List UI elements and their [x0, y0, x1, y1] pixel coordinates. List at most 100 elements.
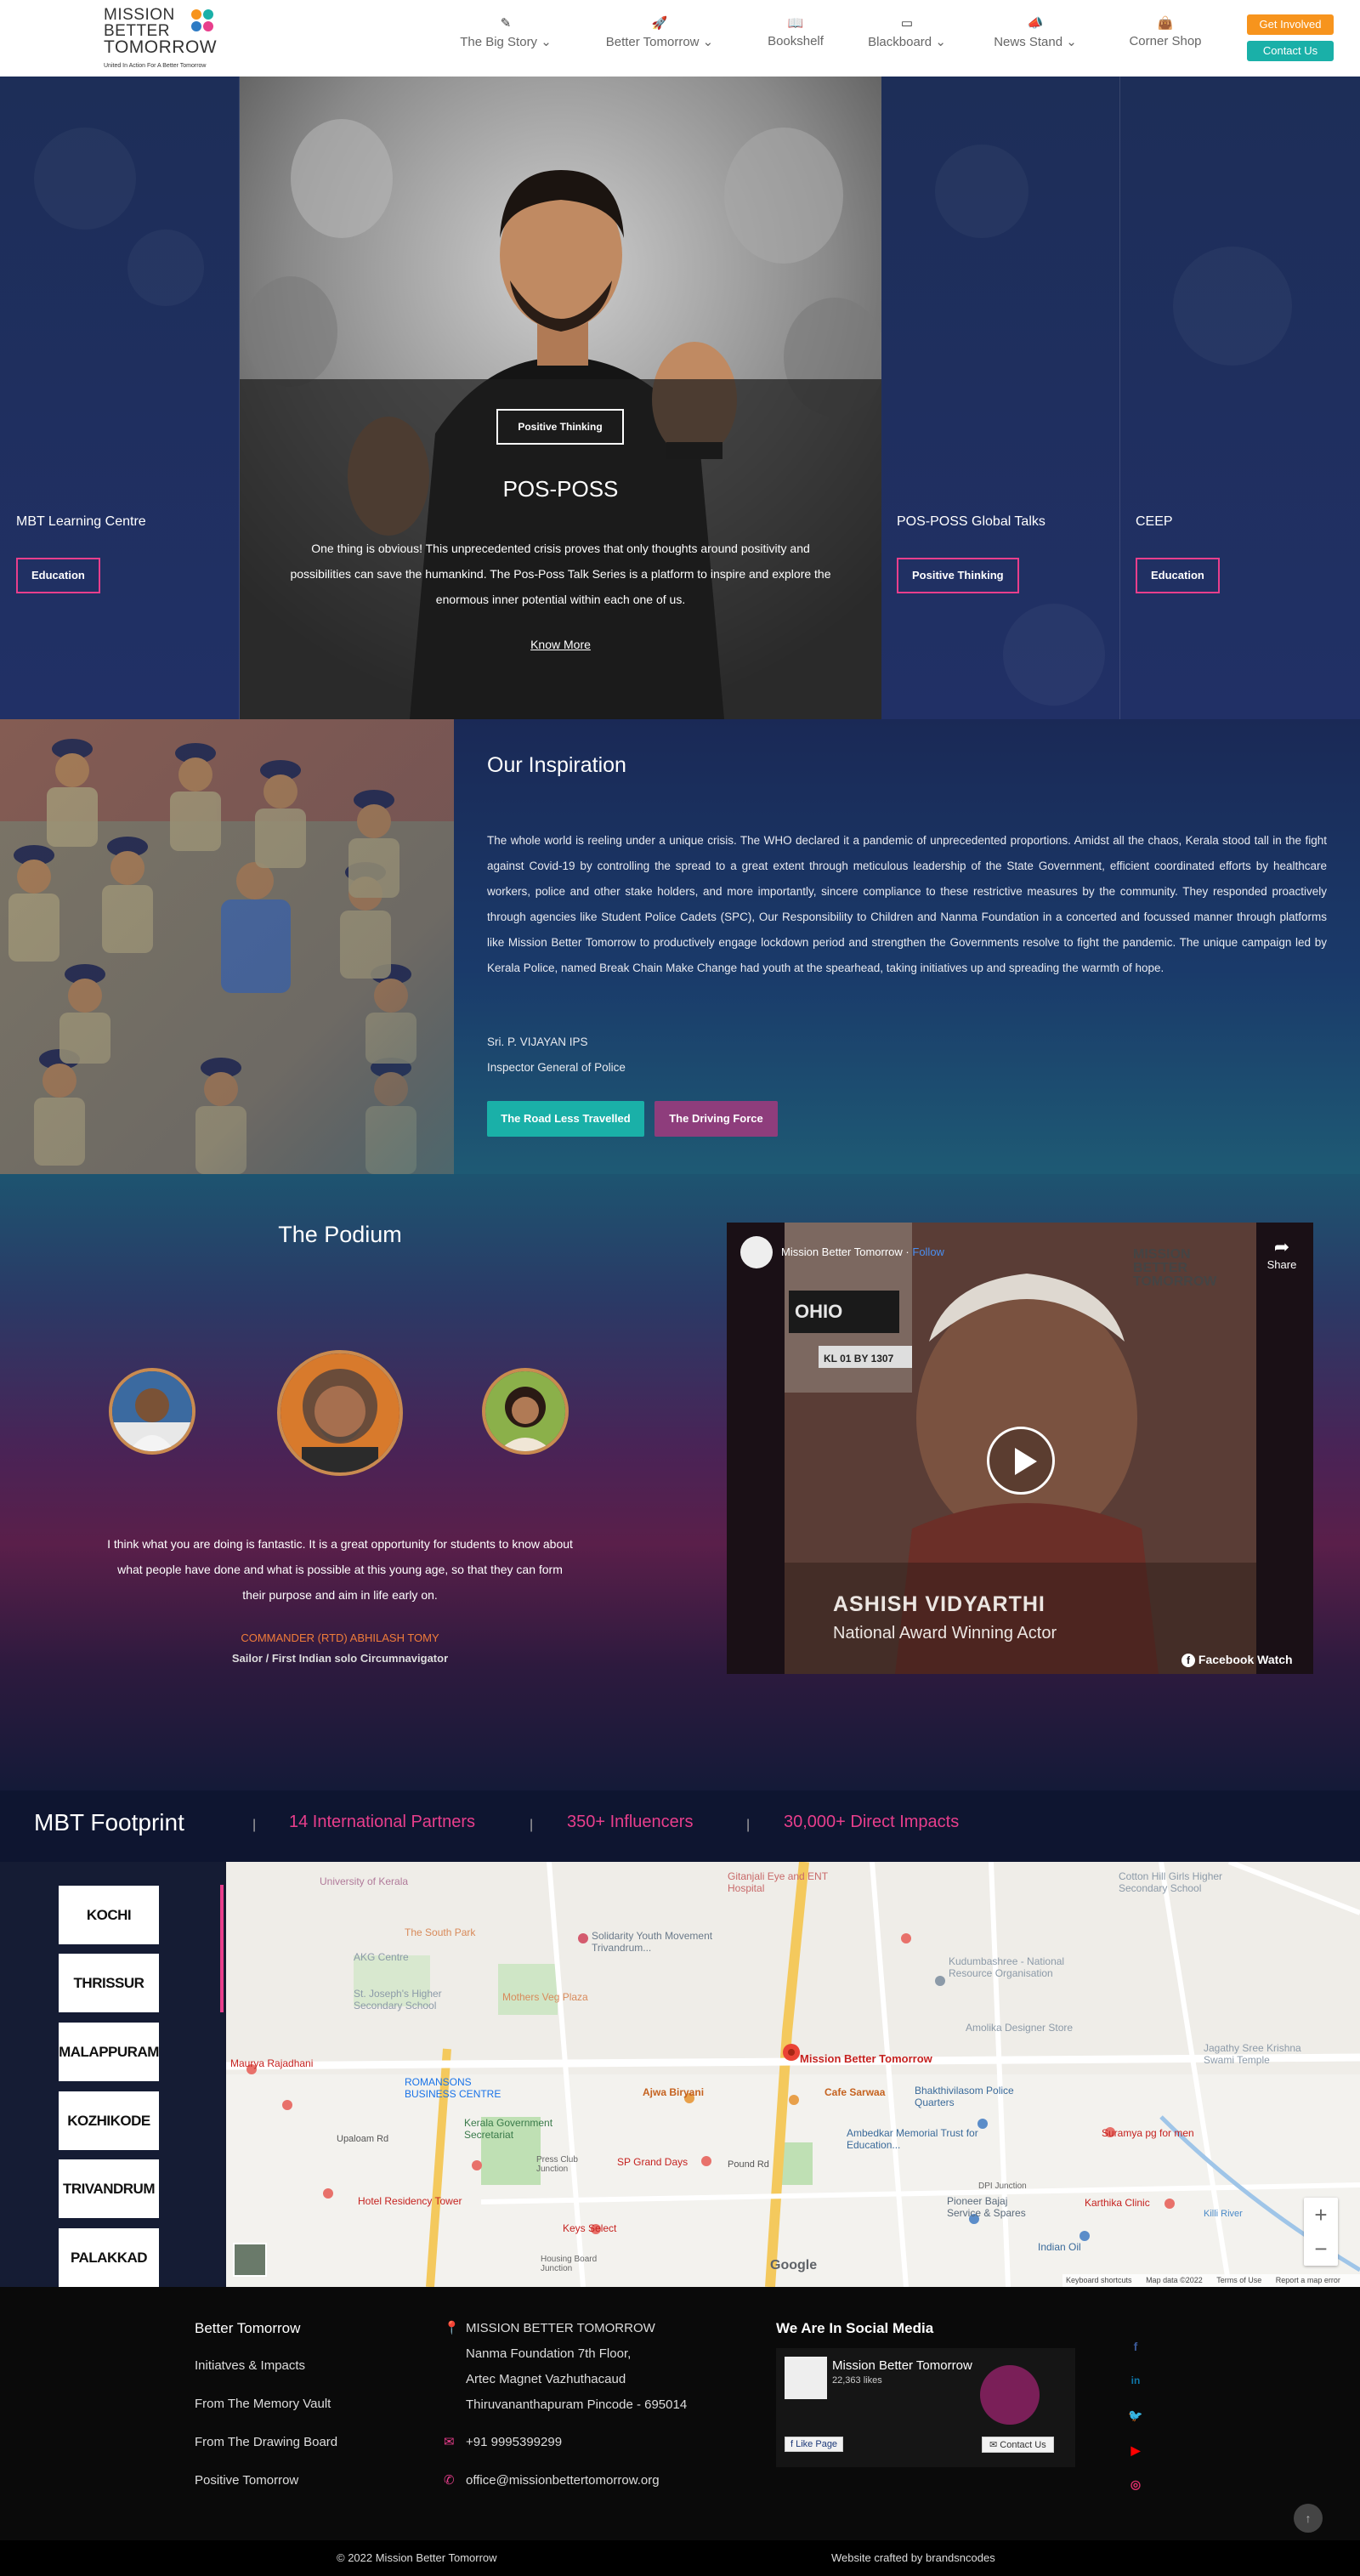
city-malappuram[interactable]: MALAPPURAM — [59, 2023, 159, 2081]
rocket-icon: 🚀 — [651, 16, 668, 31]
facebook-icon[interactable]: f — [1127, 2338, 1144, 2355]
city-kochi[interactable]: KOCHI — [59, 1886, 159, 1944]
footer-email[interactable]: office@missionbettertomorrow.org — [466, 2473, 660, 2488]
nav-news-stand[interactable]: 📣 News Stand ⌄ — [986, 15, 1085, 49]
youtube-icon[interactable]: ▶ — [1127, 2442, 1144, 2459]
google-logo: Google — [770, 2258, 818, 2272]
keyboard-shortcuts-link[interactable]: Keyboard shortcuts — [1066, 2276, 1132, 2284]
facebook-icon: f — [1182, 1654, 1195, 1667]
panel-badge[interactable]: Education — [1136, 558, 1220, 593]
map-label: Bhakthivilasom Police Quarters — [915, 2085, 1014, 2108]
watermark-line-3: TOMORROW — [1133, 1274, 1217, 1289]
nav-corner-shop[interactable]: 👜 Corner Shop — [1120, 15, 1210, 48]
speaker-avatar-right[interactable] — [482, 1368, 569, 1455]
map-label: Cotton Hill Girls Higher Secondary Schoo… — [1119, 1870, 1223, 1894]
city-palakkad[interactable]: PALAKKAD — [59, 2228, 159, 2287]
twitter-icon[interactable]: 🐦 — [1127, 2407, 1144, 2424]
city-trivandrum[interactable]: TRIVANDRUM — [59, 2159, 159, 2218]
footer-address-line: Thiruvananthapuram Pincode - 695014 — [466, 2397, 688, 2412]
contact-us-button[interactable]: Contact Us — [1247, 41, 1334, 61]
share-icon: ➦ — [1273, 1236, 1290, 1257]
panel-badge[interactable]: Education — [16, 558, 100, 593]
video-play-button[interactable] — [987, 1427, 1055, 1495]
scroll-to-top-button[interactable]: ↑ — [1294, 2504, 1323, 2533]
video-watermark: MISSION BETTER TOMORROW — [1133, 1248, 1216, 1289]
linkedin-icon[interactable]: in — [1127, 2372, 1144, 2389]
get-involved-button[interactable]: Get Involved — [1247, 14, 1334, 35]
hero-panel-mbt-learning-centre[interactable]: MBT Learning Centre Education — [0, 77, 240, 719]
credit-link[interactable]: Website crafted by brandsncodes — [831, 2551, 995, 2564]
nav-blackboard[interactable]: ▭ Blackboard ⌄ — [859, 15, 955, 49]
hero-feature-pos-poss[interactable]: Positive Thinking POS-POSS One thing is … — [240, 77, 881, 719]
map-marker-label[interactable]: Mission Better Tomorrow — [800, 2052, 932, 2065]
video-frame: OHIO KL 01 BY 1307 MISSION BETTER TOMORR… — [785, 1223, 1256, 1674]
zoom-in-button[interactable]: + — [1304, 2198, 1338, 2232]
site-logo[interactable]: MISSION BETTER TOMORROW United In Action… — [104, 7, 240, 70]
city-kozhikode[interactable]: KOZHIKODE — [59, 2091, 159, 2150]
terms-link[interactable]: Terms of Use — [1216, 2276, 1261, 2284]
map-label: The South Park — [405, 1926, 476, 1938]
footer-link-initiatives[interactable]: Initiatves & Impacts — [195, 2358, 305, 2373]
footer-link-positive-tomorrow[interactable]: Positive Tomorrow — [195, 2473, 298, 2488]
map-label: Kudumbashree - National Resource Organis… — [949, 1955, 1065, 1979]
map-satellite-toggle[interactable] — [233, 2243, 267, 2277]
panel-title: POS-POSS Global Talks — [897, 514, 1046, 529]
hero-panel-pos-poss-global-talks[interactable]: POS-POSS Global Talks Positive Thinking — [881, 77, 1120, 719]
footer-address-line: Nanma Foundation 7th Floor, — [466, 2346, 632, 2361]
footer-link-better-tomorrow[interactable]: Better Tomorrow — [195, 2320, 300, 2337]
city-list[interactable]: KOCHI THRISSUR MALAPPURAM KOZHIKODE TRIV… — [0, 1862, 224, 2287]
map-attribution: Keyboard shortcuts Map data ©2022 Terms … — [1062, 2274, 1360, 2287]
widget-page-avatar — [785, 2357, 827, 2399]
map-label: Karthika Clinic — [1085, 2197, 1150, 2209]
map-label: Ambedkar Memorial Trust for Education... — [847, 2127, 978, 2151]
speaker-avatar-left[interactable] — [109, 1368, 196, 1455]
footer-link-drawing-board[interactable]: From The Drawing Board — [195, 2435, 337, 2449]
driving-force-button[interactable]: The Driving Force — [654, 1101, 778, 1137]
nav-better-tomorrow[interactable]: 🚀 Better Tomorrow ⌄ — [595, 15, 724, 49]
feature-badge[interactable]: Positive Thinking — [496, 409, 624, 445]
map-label: Suramya pg for men — [1102, 2127, 1194, 2139]
like-page-button[interactable]: f Like Page — [785, 2437, 844, 2452]
map-label: Solidarity Youth Movement Trivandrum... — [592, 1930, 713, 1954]
nav-the-big-story[interactable]: ✎ The Big Story ⌄ — [454, 15, 558, 49]
speaker-avatar-active[interactable] — [277, 1350, 403, 1476]
megaphone-icon: 📣 — [1027, 16, 1044, 31]
panel-badge[interactable]: Positive Thinking — [897, 558, 1019, 593]
nav-bookshelf[interactable]: 📖 Bookshelf — [759, 15, 832, 48]
facebook-video-embed[interactable]: OHIO KL 01 BY 1307 MISSION BETTER TOMORR… — [727, 1223, 1313, 1674]
logo-dot-pink — [203, 21, 213, 31]
facebook-watch-link[interactable]: f Facebook Watch — [1182, 1653, 1293, 1667]
video-page-name[interactable]: Mission Better Tomorrow — [781, 1245, 903, 1258]
video-sign-text: OHIO — [795, 1301, 842, 1322]
map-label: Pound Rd — [728, 2159, 769, 2170]
widget-likes: 22,363 likes — [832, 2375, 882, 2386]
instagram-icon[interactable]: ◎ — [1127, 2476, 1144, 2493]
widget-page-name[interactable]: Mission Better Tomorrow — [832, 2358, 972, 2373]
city-thrissur[interactable]: THRISSUR — [59, 1954, 159, 2012]
chevron-down-icon: ⌄ — [702, 35, 714, 49]
footer-phone[interactable]: +91 9995399299 — [466, 2435, 562, 2449]
page-avatar[interactable] — [740, 1236, 773, 1268]
map-label: Upaloam Rd — [337, 2134, 389, 2144]
google-map[interactable]: Mission Better Tomorrow University of Ke… — [226, 1862, 1360, 2287]
map-label: Amolika Designer Store — [966, 2022, 1074, 2034]
city-list-scrollbar[interactable] — [220, 1885, 224, 2012]
road-less-travelled-button[interactable]: The Road Less Travelled — [487, 1101, 644, 1137]
share-button[interactable]: ➦ Share — [1262, 1236, 1301, 1271]
pencil-icon: ✎ — [500, 16, 512, 31]
zoom-out-button[interactable]: − — [1304, 2232, 1338, 2266]
know-more-link[interactable]: Know More — [240, 638, 881, 651]
follow-link[interactable]: Follow — [912, 1245, 944, 1258]
panel-title: MBT Learning Centre — [16, 514, 146, 529]
hero-panel-ceep[interactable]: CEEP Education — [1120, 77, 1360, 719]
footer-address-line: Artec Magnet Vazhuthacaud — [466, 2372, 626, 2386]
copyright-text: © 2022 Mission Better Tomorrow — [337, 2551, 497, 2564]
widget-contact-button[interactable]: ✉ Contact Us — [982, 2437, 1054, 2453]
report-error-link[interactable]: Report a map error — [1276, 2276, 1340, 2284]
footer-link-memory-vault[interactable]: From The Memory Vault — [195, 2397, 331, 2411]
stat-direct-impacts: 30,000+ Direct Impacts — [784, 1813, 960, 1831]
stat-influencers: 350+ Influencers — [567, 1813, 694, 1831]
facebook-page-widget[interactable]: Mission Better Tomorrow 22,363 likes f L… — [776, 2348, 1075, 2467]
logo-line-3: TOMORROW — [104, 37, 218, 57]
inspiration-body: The whole world is reeling under a uniqu… — [487, 834, 1327, 974]
